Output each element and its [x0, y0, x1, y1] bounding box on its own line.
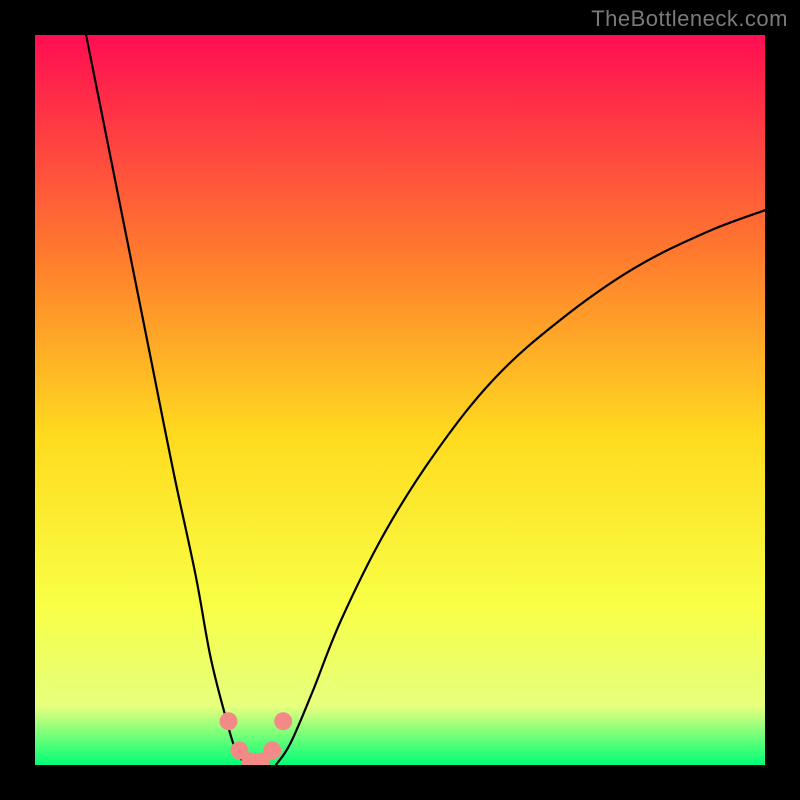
gradient-background	[35, 35, 765, 765]
watermark-text: TheBottleneck.com	[591, 6, 788, 32]
highlight-dot	[274, 712, 292, 730]
plot-area	[35, 35, 765, 765]
highlight-dot	[219, 712, 237, 730]
chart-frame: TheBottleneck.com	[0, 0, 800, 800]
highlight-dot	[263, 741, 281, 759]
chart-svg	[35, 35, 765, 765]
